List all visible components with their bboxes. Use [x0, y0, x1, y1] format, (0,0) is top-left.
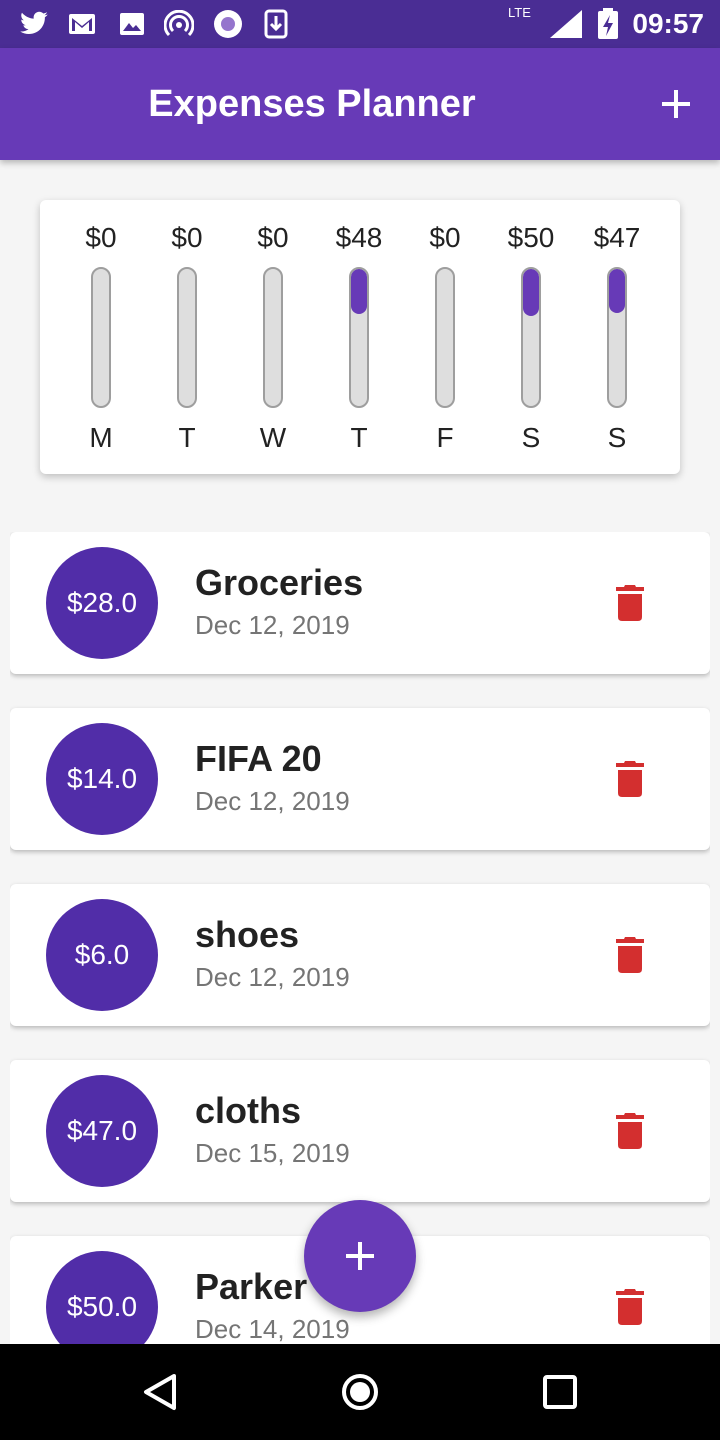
day-label: T: [350, 422, 368, 453]
day-amount: $0: [429, 222, 461, 253]
day-bar: [91, 267, 111, 408]
gmail-icon: [66, 8, 98, 40]
download-icon: [260, 8, 292, 40]
expense-title: cloths: [195, 1090, 302, 1131]
day-label: S: [607, 422, 627, 453]
day-bar-fill: [351, 269, 367, 315]
chart-day: $0 W: [227, 200, 319, 474]
day-amount: $0: [171, 222, 203, 253]
delete-button[interactable]: [606, 931, 654, 979]
trash-icon: [616, 1289, 644, 1325]
weekly-chart: $0 M $0 T $0 W $48 T $0 F $50 S $47 S: [40, 200, 680, 474]
expense-amount-badge: $14.0: [46, 723, 158, 835]
day-bar: [349, 267, 369, 408]
twitter-icon: [18, 8, 50, 40]
expense-amount-badge: $6.0: [46, 899, 158, 1011]
chart-day: $0 M: [55, 200, 147, 474]
image-icon: [116, 8, 148, 40]
chart-day: $50 S: [485, 200, 577, 474]
chart-day: $48 T: [313, 200, 405, 474]
expense-date: Dec 12, 2019: [195, 786, 350, 816]
signal-icon: [546, 8, 586, 40]
expense-date: Dec 12, 2019: [195, 610, 350, 640]
page-title: Expenses Planner: [148, 83, 476, 125]
expense-item: $47.0 cloths Dec 15, 2019: [10, 1060, 710, 1202]
lte-icon: LTE: [508, 5, 531, 20]
trash-icon: [616, 937, 644, 973]
home-button[interactable]: [336, 1368, 384, 1416]
home-icon: [342, 1374, 378, 1410]
day-bar: [435, 267, 455, 408]
status-bar: LTE 09:57: [0, 0, 720, 48]
expense-title: FIFA 20: [195, 738, 322, 779]
day-label: T: [178, 422, 196, 453]
add-expense-button[interactable]: [652, 80, 700, 128]
day-label: F: [436, 422, 454, 453]
add-expense-fab[interactable]: [304, 1200, 416, 1312]
trash-icon: [616, 1113, 644, 1149]
day-amount: $48: [335, 222, 383, 253]
delete-button[interactable]: [606, 1283, 654, 1331]
back-icon: [144, 1374, 176, 1410]
trash-icon: [616, 585, 644, 621]
delete-button[interactable]: [606, 579, 654, 627]
expense-amount-badge: $50.0: [46, 1251, 158, 1344]
day-bar: [263, 267, 283, 408]
back-button[interactable]: [136, 1368, 184, 1416]
status-time: 09:57: [632, 8, 704, 39]
expense-date: Dec 12, 2019: [195, 962, 350, 992]
expense-item: $14.0 FIFA 20 Dec 12, 2019: [10, 708, 710, 850]
expense-item: $28.0 Groceries Dec 12, 2019: [10, 532, 710, 674]
day-amount: $50: [507, 222, 555, 253]
day-bar: [177, 267, 197, 408]
add-icon: [346, 1242, 374, 1270]
day-label: S: [521, 422, 541, 453]
chart-day: $47 S: [571, 200, 663, 474]
expense-title: Groceries: [195, 562, 364, 603]
chart-day: $0 F: [399, 200, 491, 474]
expense-amount-badge: $47.0: [46, 1075, 158, 1187]
navigation-bar: [0, 1344, 720, 1440]
recents-button[interactable]: [536, 1368, 584, 1416]
record-icon: [212, 8, 244, 40]
day-bar-fill: [609, 269, 625, 313]
expense-date: Dec 15, 2019: [195, 1138, 350, 1168]
day-amount: $47: [593, 222, 641, 253]
delete-button[interactable]: [606, 1107, 654, 1155]
delete-button[interactable]: [606, 755, 654, 803]
expense-title: Parker: [195, 1266, 308, 1307]
expense-amount-badge: $28.0: [46, 547, 158, 659]
expense-title: shoes: [195, 914, 300, 955]
day-label: M: [89, 422, 113, 453]
day-amount: $0: [257, 222, 289, 253]
day-bar: [607, 267, 627, 408]
chart-day: $0 T: [141, 200, 233, 474]
hotspot-icon: [163, 8, 195, 40]
trash-icon: [616, 761, 644, 797]
battery-charging-icon: [594, 8, 622, 40]
recents-icon: [543, 1375, 577, 1409]
app-bar: Expenses Planner: [0, 48, 720, 160]
expense-item: $6.0 shoes Dec 12, 2019: [10, 884, 710, 1026]
add-icon: [662, 90, 690, 118]
expense-date: Dec 14, 2019: [195, 1314, 350, 1344]
day-bar: [521, 267, 541, 408]
day-amount: $0: [85, 222, 117, 253]
day-label: W: [259, 422, 287, 453]
day-bar-fill: [523, 269, 539, 316]
